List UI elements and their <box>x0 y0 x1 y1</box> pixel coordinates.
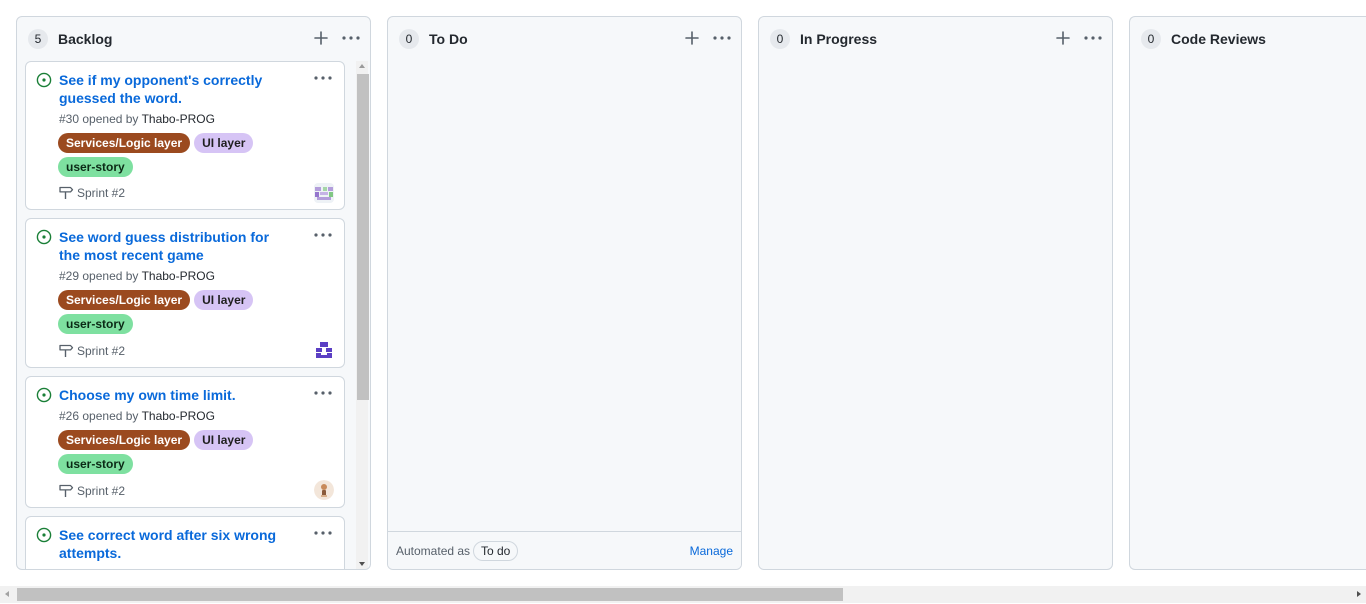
column-count: 5 <box>28 29 48 49</box>
column-menu-icon[interactable] <box>338 27 364 49</box>
column-header: 5 Backlog <box>17 17 370 61</box>
automation-label: Automated as <box>396 544 471 558</box>
column-header: 0 Code Reviews <box>1130 17 1366 61</box>
issue-opened-icon <box>36 387 52 403</box>
card-menu-icon[interactable] <box>310 69 336 87</box>
sprint-label: Sprint #2 <box>77 186 126 200</box>
card-list[interactable]: See if my opponent's correctly guessed t… <box>25 61 354 569</box>
vertical-scrollbar[interactable] <box>356 61 369 569</box>
column-menu-icon[interactable] <box>709 27 735 49</box>
issue-title-link[interactable]: Choose my own time limit. <box>59 386 289 404</box>
scroll-up-arrow-icon[interactable] <box>359 64 365 68</box>
label-services-logic[interactable]: Services/Logic layer <box>58 430 191 450</box>
label-ui-layer[interactable]: UI layer <box>194 430 254 450</box>
label-user-story[interactable]: user-story <box>58 157 133 177</box>
label-user-story[interactable]: user-story <box>58 314 133 334</box>
column-title: Code Reviews <box>1171 31 1266 47</box>
author-link[interactable]: Thabo-PROG <box>142 409 215 423</box>
issue-card[interactable]: See if my opponent's correctly guessed t… <box>25 61 345 210</box>
issue-meta: #26 opened by Thabo-PROG <box>59 408 215 424</box>
label-ui-layer[interactable]: UI layer <box>194 133 254 153</box>
project-board: 5 Backlog See if my opponent's correctly… <box>16 16 1366 570</box>
column-count: 0 <box>1141 29 1161 49</box>
author-link[interactable]: Thabo-PROG <box>142 269 215 283</box>
opened-by-text: opened by <box>82 112 139 126</box>
assignee-avatar[interactable] <box>314 340 334 360</box>
milestone-icon <box>58 483 74 499</box>
issue-card[interactable]: Choose my own time limit. #26 opened by … <box>25 376 345 508</box>
manage-automation-link[interactable]: Manage <box>690 543 733 559</box>
scroll-left-arrow-icon[interactable] <box>5 591 9 597</box>
issue-title-link[interactable]: See if my opponent's correctly guessed t… <box>59 71 289 107</box>
milestone-icon <box>58 185 74 201</box>
add-item-icon[interactable] <box>1052 27 1074 49</box>
assignee-avatar[interactable] <box>314 183 334 203</box>
add-item-icon[interactable] <box>310 27 332 49</box>
label-list: Services/Logic layer UI layer user-story <box>58 290 338 338</box>
sprint-label: Sprint #2 <box>77 344 126 358</box>
issue-meta: #29 opened by Thabo-PROG <box>59 268 215 284</box>
opened-by-text: opened by <box>82 409 139 423</box>
column-to-do: 0 To Do Automated as To do Manage <box>387 16 742 570</box>
column-title: Backlog <box>58 31 113 47</box>
column-header: 0 To Do <box>388 17 741 61</box>
column-count: 0 <box>399 29 419 49</box>
column-in-progress: 0 In Progress <box>758 16 1113 570</box>
label-ui-layer[interactable]: UI layer <box>194 290 254 310</box>
milestone-icon <box>58 343 74 359</box>
label-list: Services/Logic layer UI layer user-story <box>58 430 338 478</box>
issue-number: #26 <box>59 409 80 423</box>
opened-by-text: opened by <box>82 269 139 283</box>
issue-number: #30 <box>59 112 80 126</box>
column-code-reviews: 0 Code Reviews <box>1129 16 1366 570</box>
add-item-icon[interactable] <box>681 27 703 49</box>
label-list: Services/Logic layer UI layer user-story <box>58 133 338 181</box>
column-title: To Do <box>429 31 468 47</box>
card-menu-icon[interactable] <box>310 226 336 244</box>
automation-status-badge: To do <box>473 541 519 561</box>
column-footer: Automated as To do Manage <box>388 531 741 569</box>
issue-card[interactable]: See word guess distribution for the most… <box>25 218 345 368</box>
issue-meta: #30 opened by Thabo-PROG <box>59 111 215 127</box>
label-services-logic[interactable]: Services/Logic layer <box>58 290 191 310</box>
column-backlog: 5 Backlog See if my opponent's correctly… <box>16 16 371 570</box>
assignee-avatar[interactable] <box>314 480 334 500</box>
issue-opened-icon <box>36 229 52 245</box>
label-user-story[interactable]: user-story <box>58 454 133 474</box>
scrollbar-thumb[interactable] <box>17 588 843 601</box>
scroll-down-arrow-icon[interactable] <box>359 562 365 566</box>
label-services-logic[interactable]: Services/Logic layer <box>58 133 191 153</box>
issue-number: #29 <box>59 269 80 283</box>
scroll-right-arrow-icon[interactable] <box>1357 591 1361 597</box>
issue-title-link[interactable]: See word guess distribution for the most… <box>59 228 289 264</box>
scrollbar-thumb[interactable] <box>357 74 369 400</box>
column-header: 0 In Progress <box>759 17 1112 61</box>
card-menu-icon[interactable] <box>310 524 336 542</box>
issue-opened-icon <box>36 527 52 543</box>
author-link[interactable]: Thabo-PROG <box>142 112 215 126</box>
issue-card[interactable]: See correct word after six wrong attempt… <box>25 516 345 569</box>
card-menu-icon[interactable] <box>310 384 336 402</box>
column-menu-icon[interactable] <box>1080 27 1106 49</box>
issue-opened-icon <box>36 72 52 88</box>
column-title: In Progress <box>800 31 878 47</box>
column-count: 0 <box>770 29 790 49</box>
issue-title-link[interactable]: See correct word after six wrong attempt… <box>59 526 289 562</box>
sprint-label: Sprint #2 <box>77 484 126 498</box>
horizontal-scrollbar[interactable] <box>0 586 1366 603</box>
